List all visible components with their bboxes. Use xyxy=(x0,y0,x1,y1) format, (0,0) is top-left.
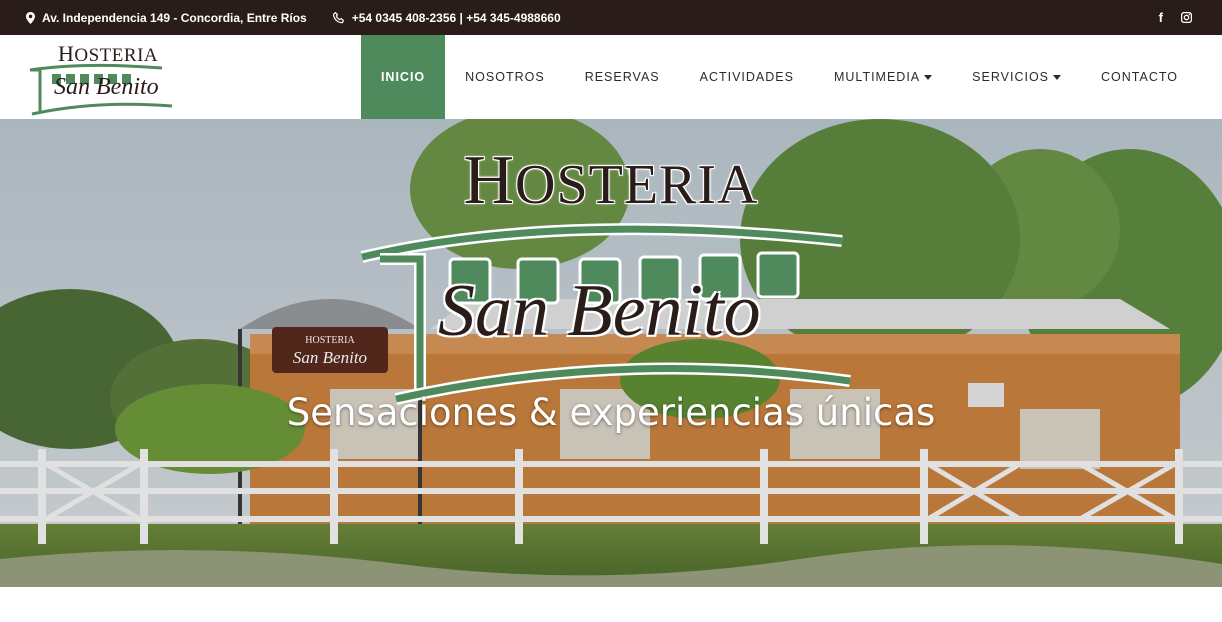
phone-icon xyxy=(332,11,345,24)
address-text: Av. Independencia 149 - Concordia, Entre… xyxy=(42,10,307,25)
site-logo[interactable]: HOSTERIA San Benito xyxy=(26,38,182,116)
facebook-icon[interactable]: f xyxy=(1159,10,1163,25)
menu-item-servicios[interactable]: SERVICIOS xyxy=(952,35,1081,119)
contact-info: Av. Independencia 149 - Concordia, Entre… xyxy=(26,0,561,35)
caret-down-icon xyxy=(1053,75,1062,80)
hero-tagline: Sensaciones & experiencias únicas xyxy=(286,391,936,434)
top-bar: Av. Independencia 149 - Concordia, Entre… xyxy=(0,0,1222,35)
main-menu: INICIO NOSOTROS RESERVAS ACTIVIDADES MUL… xyxy=(360,35,1198,119)
menu-item-actividades[interactable]: ACTIVIDADES xyxy=(680,35,814,119)
menu-item-contacto[interactable]: CONTACTO xyxy=(1081,35,1198,119)
hero-banner: HOSTERIA San Benito HOSTERIA San Benito … xyxy=(0,119,1222,587)
menu-item-nosotros[interactable]: NOSOTROS xyxy=(445,35,565,119)
main-navbar: HOSTERIA San Benito INICIO NOSOTROS RESE… xyxy=(0,35,1222,119)
hero-script: San Benito xyxy=(438,270,761,352)
instagram-icon[interactable] xyxy=(1181,12,1192,23)
phone-text[interactable]: +54 0345 408-2356 | +54 345-4988660 xyxy=(352,11,561,25)
social-links: f xyxy=(1159,0,1192,35)
hero-title: HOSTERIA xyxy=(463,142,759,219)
menu-item-inicio[interactable]: INICIO xyxy=(360,35,446,119)
caret-down-icon xyxy=(924,75,933,80)
page-content-start xyxy=(0,587,1222,622)
menu-item-multimedia[interactable]: MULTIMEDIA xyxy=(814,35,952,119)
menu-item-reservas[interactable]: RESERVAS xyxy=(565,35,680,119)
logo-title: HOSTERIA xyxy=(58,41,159,66)
logo-script: San Benito xyxy=(54,74,159,100)
map-marker-icon xyxy=(26,11,35,24)
